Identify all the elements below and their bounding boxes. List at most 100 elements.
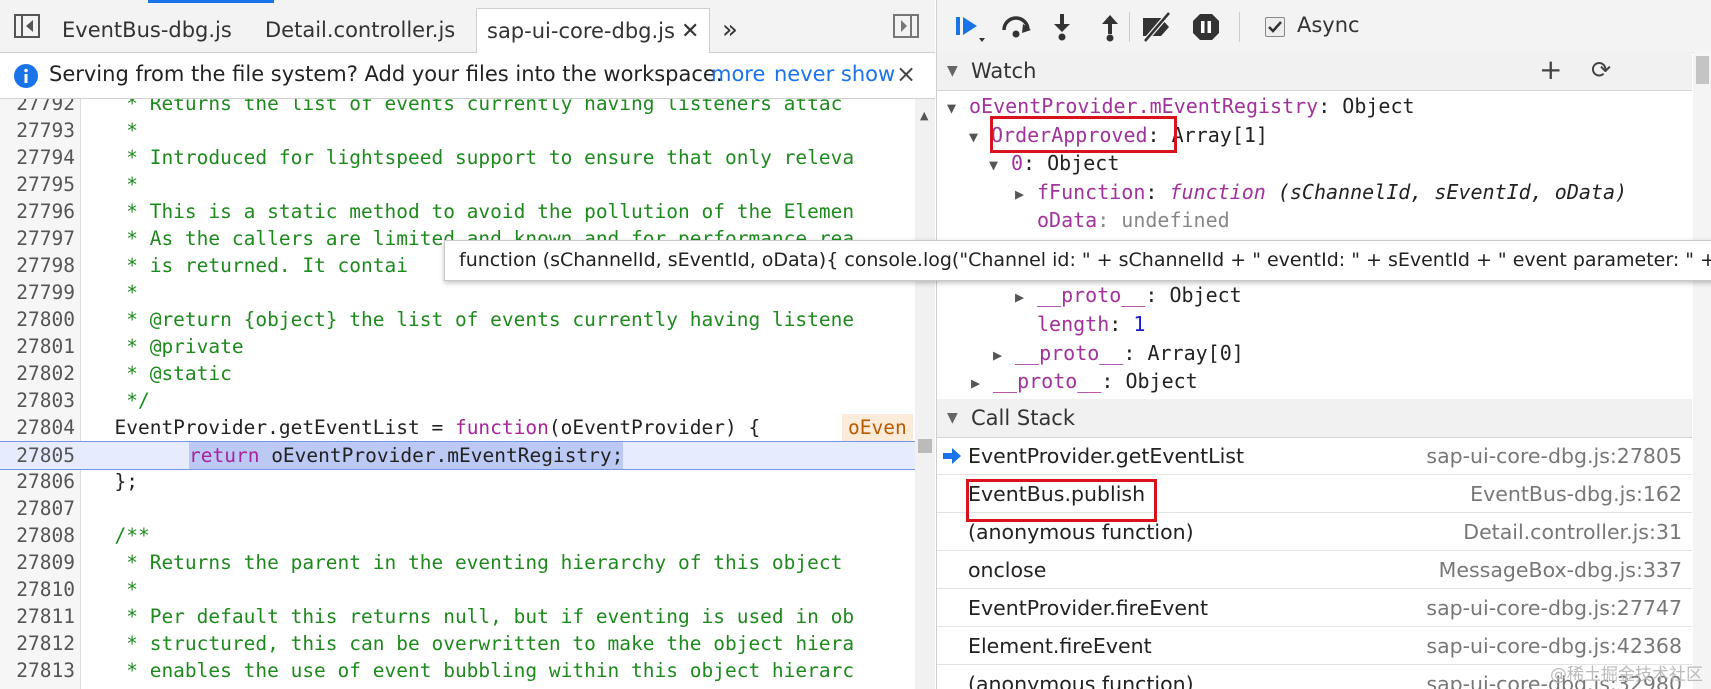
close-tab-icon[interactable]: ✕	[681, 19, 699, 44]
selected-code-text: return oEventProvider.mEventRegistry;	[189, 442, 624, 469]
code-text: * Introduced for lightspeed support to e…	[91, 146, 855, 169]
line-number[interactable]: 27792	[0, 99, 75, 117]
tab-label: EventBus-dbg.js	[62, 18, 232, 42]
property-name: 0	[1011, 151, 1024, 175]
collapse-triangle-icon: ▼	[947, 63, 958, 79]
expand-triangle-icon[interactable]: ▼	[989, 150, 1011, 180]
watch-property-row[interactable]: length: 1	[1015, 309, 1145, 339]
line-number[interactable]: 27809	[0, 549, 75, 576]
call-frame[interactable]: (anonymous function) Detail.controller.j…	[937, 514, 1692, 551]
line-number[interactable]: 27810	[0, 576, 75, 603]
property-type: : Object	[1145, 283, 1242, 307]
watch-property-row[interactable]: ▶ __proto__: Object	[1015, 280, 1242, 310]
tab-eventbus[interactable]: EventBus-dbg.js	[62, 8, 232, 52]
frame-location[interactable]: MessageBox-dbg.js:337	[1439, 552, 1682, 588]
step-over-icon[interactable]	[999, 12, 1031, 42]
resume-icon[interactable]	[953, 12, 985, 42]
async-checkbox[interactable]	[1265, 17, 1285, 37]
frame-location[interactable]: sap-ui-core-dbg.js:42368	[1426, 628, 1682, 664]
refresh-watch-icon[interactable]: ⟳	[1591, 51, 1611, 89]
code-text: * @private	[91, 335, 244, 358]
watch-expression-row[interactable]: ▼ oEventProvider.mEventRegistry: Object	[947, 91, 1415, 121]
expand-triangle-icon[interactable]: ▶	[971, 368, 993, 398]
watermark-text: @稀土掘金技术社区	[1550, 665, 1703, 685]
watch-property-row[interactable]: ▶ __proto__: Array[0]	[993, 338, 1244, 368]
line-number[interactable]: 27797	[0, 225, 75, 252]
watch-property-row[interactable]: ▶ fFunction: function (sChannelId, sEvent…	[1015, 177, 1627, 207]
pause-on-exceptions-icon[interactable]	[1191, 12, 1221, 42]
toggle-navigator-icon[interactable]	[14, 14, 40, 38]
call-stack-title: Call Stack	[971, 406, 1076, 430]
step-out-icon[interactable]	[1095, 12, 1125, 42]
code-line: 27810 *	[0, 576, 915, 603]
sidebar-scrollbar[interactable]	[1693, 52, 1711, 689]
add-watch-icon[interactable]: +	[1539, 51, 1562, 89]
property-value: : undefined	[1097, 208, 1230, 232]
tab-sap-ui-core[interactable]: sap-ui-core-dbg.js ✕	[476, 8, 711, 53]
editor-scrollbar[interactable]: ▲	[915, 99, 935, 689]
call-stack-section-header[interactable]: ▼ Call Stack	[937, 399, 1692, 438]
expand-triangle-icon[interactable]: ▶	[1015, 179, 1037, 209]
frame-function: Element.fireEvent	[968, 634, 1152, 658]
frame-location[interactable]: sap-ui-core-dbg.js:27805	[1426, 438, 1682, 474]
line-number[interactable]: 27806	[0, 468, 75, 495]
line-number[interactable]: 27800	[0, 306, 75, 333]
workspace-infobar: Serving from the file system? Add your f…	[0, 53, 935, 99]
line-number[interactable]: 27801	[0, 333, 75, 360]
scroll-thumb[interactable]	[1696, 56, 1709, 84]
deactivate-breakpoints-icon[interactable]	[1139, 12, 1171, 42]
code-line: 27811 * Per default this returns null, b…	[0, 603, 915, 630]
property-value: 1	[1133, 312, 1146, 336]
watch-property-row[interactable]: ▼ OrderApproved: Array[1]	[969, 120, 1268, 150]
expand-triangle-icon[interactable]: ▶	[1015, 282, 1037, 312]
property-type: : Object	[1023, 151, 1120, 175]
scroll-up-icon[interactable]: ▲	[920, 109, 928, 122]
line-number[interactable]: 27793	[0, 117, 75, 144]
line-number[interactable]: 27803	[0, 387, 75, 414]
frame-location[interactable]: EventBus-dbg.js:162	[1470, 476, 1682, 512]
call-frame[interactable]: EventBus.publish EventBus-dbg.js:162	[937, 476, 1692, 513]
line-number[interactable]: 27804	[0, 414, 75, 441]
watch-section-header[interactable]: ▼ Watch + ⟳	[937, 52, 1692, 91]
line-number[interactable]: 27813	[0, 657, 75, 684]
call-frame[interactable]: onclose MessageBox-dbg.js:337	[937, 552, 1692, 589]
close-infobar-icon[interactable]: ×	[896, 60, 916, 88]
line-number[interactable]: 27807	[0, 495, 75, 522]
call-frame[interactable]: EventProvider.fireEvent sap-ui-core-dbg.…	[937, 590, 1692, 627]
frame-location[interactable]: Detail.controller.js:31	[1463, 514, 1682, 550]
code-text: };	[91, 470, 138, 493]
toggle-debugger-sidebar-icon[interactable]	[893, 14, 919, 38]
code-text: * Returns the list of events currently h…	[91, 99, 843, 115]
line-number[interactable]: 27796	[0, 198, 75, 225]
line-number[interactable]: 27798	[0, 252, 75, 279]
line-number[interactable]: 27812	[0, 630, 75, 657]
code-editor[interactable]: 27792 * Returns the list of events curre…	[0, 99, 915, 689]
watch-property-row[interactable]: ▶ __proto__: Object	[971, 366, 1198, 396]
async-label[interactable]: Async	[1297, 13, 1360, 37]
line-number[interactable]: 27794	[0, 144, 75, 171]
frame-function: (anonymous function)	[968, 520, 1194, 544]
sources-editor-pane: EventBus-dbg.js Detail.controller.js sap…	[0, 0, 935, 689]
code-text: * This is a static method to avoid the p…	[91, 200, 855, 223]
code-line: 27795 *	[0, 171, 915, 198]
frame-location[interactable]: sap-ui-core-dbg.js:27747	[1426, 590, 1682, 626]
tab-detail-controller[interactable]: Detail.controller.js	[265, 8, 455, 52]
line-number[interactable]: 27795	[0, 171, 75, 198]
line-number[interactable]: 27808	[0, 522, 75, 549]
watch-property-row[interactable]: oData: undefined	[1037, 205, 1230, 235]
more-link[interactable]: more	[711, 62, 765, 86]
watch-property-row[interactable]: ▼ 0: Object	[989, 148, 1119, 178]
line-number[interactable]: 27802	[0, 360, 75, 387]
code-line: 27799 *	[0, 279, 915, 306]
never-show-link[interactable]: never show	[774, 62, 895, 86]
line-number[interactable]: 27805	[0, 442, 75, 469]
expand-triangle-icon[interactable]: ▼	[947, 93, 969, 123]
step-into-icon[interactable]	[1047, 12, 1077, 42]
expand-triangle-icon[interactable]: ▼	[969, 122, 991, 152]
more-tabs-button[interactable]: »	[722, 8, 738, 52]
call-frame-current[interactable]: EventProvider.getEventList sap-ui-core-d…	[937, 438, 1692, 475]
active-tab-indicator	[148, 0, 274, 3]
scroll-thumb[interactable]	[918, 439, 932, 453]
line-number[interactable]: 27799	[0, 279, 75, 306]
line-number[interactable]: 27811	[0, 603, 75, 630]
